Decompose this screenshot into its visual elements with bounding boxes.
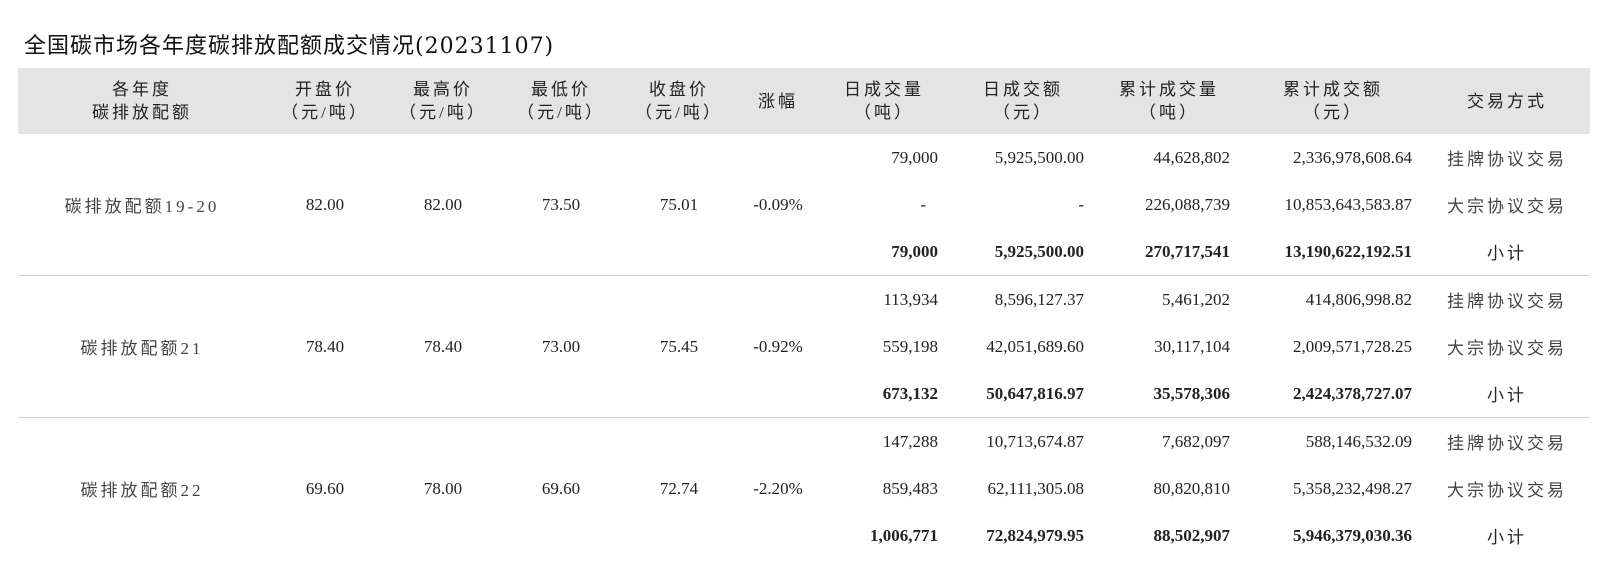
cum-volume: 44,628,802 xyxy=(1153,147,1231,167)
cum-volume: 88,502,907 xyxy=(1153,525,1231,545)
daily-volume: 559,198 xyxy=(882,336,938,356)
trade-type: 大宗协议交易 xyxy=(1447,197,1567,216)
daily-amount: 50,647,816.97 xyxy=(986,383,1084,403)
high-price: 82.00 xyxy=(423,194,463,214)
daily-volume: 79,000 xyxy=(891,147,938,167)
trade-type: 小计 xyxy=(1487,528,1527,547)
header-daily-volume: 日成交量 （吨） xyxy=(818,68,950,134)
table-group: 碳排放配额19-20 82.00 82.00 73.50 75.01 -0.09… xyxy=(18,134,1590,276)
cum-amount: 2,424,378,727.07 xyxy=(1293,383,1412,403)
low-price: 73.00 xyxy=(502,275,620,418)
header-cum-volume: 累计成交量 （吨） xyxy=(1096,68,1242,134)
cum-amount: 2,336,978,608.64 xyxy=(1293,147,1412,167)
cum-amount: 588,146,532.09 xyxy=(1242,417,1424,465)
open-price: 82.00 xyxy=(305,194,345,214)
quota-name: 碳排放配额19-20 xyxy=(64,197,220,216)
quota-name: 碳排放配额21 xyxy=(18,275,266,418)
daily-amount: 72,824,979.95 xyxy=(986,525,1084,545)
daily-amount: - xyxy=(1078,194,1084,214)
change-pct: -0.92% xyxy=(738,275,818,418)
daily-volume: 859,483 xyxy=(882,478,938,498)
daily-volume: 1,006,771 xyxy=(870,525,938,545)
daily-amount: 62,111,305.08 xyxy=(987,478,1085,498)
cum-volume: 7,682,097 xyxy=(1096,417,1242,465)
trade-type: 小计 xyxy=(1487,244,1527,263)
table-row: 碳排放配额22 69.60 78.00 69.60 72.74 -2.20% 1… xyxy=(18,417,1590,559)
trade-type: 小计 xyxy=(1487,386,1527,405)
open-price: 69.60 xyxy=(266,417,384,559)
cum-amount: 2,009,571,728.25 xyxy=(1293,336,1412,356)
page-title: 全国碳市场各年度碳排放配额成交情况(20231107) xyxy=(24,34,555,59)
quota-name: 碳排放配额22 xyxy=(18,417,266,559)
daily-volume: 673,132 xyxy=(882,383,938,403)
close-price: 72.74 xyxy=(620,417,738,559)
daily-volume: 147,288 xyxy=(818,417,950,465)
cum-amount: 5,946,379,030.36 xyxy=(1293,525,1412,545)
cum-amount: 414,806,998.82 xyxy=(1242,275,1424,323)
daily-volume: - xyxy=(920,194,926,214)
trade-type: 挂牌协议交易 xyxy=(1424,275,1590,323)
trade-type: 大宗协议交易 xyxy=(1447,481,1567,500)
cum-amount: 10,853,643,583.87 xyxy=(1284,194,1413,214)
daily-amount: 8,596,127.37 xyxy=(950,275,1096,323)
daily-amount: 10,713,674.87 xyxy=(950,417,1096,465)
cum-volume: 30,117,104 xyxy=(1154,336,1230,356)
trade-type: 挂牌协议交易 xyxy=(1424,417,1590,465)
table-group: 碳排放配额22 69.60 78.00 69.60 72.74 -2.20% 1… xyxy=(18,417,1590,559)
daily-volume: 113,934 xyxy=(818,275,950,323)
header-trade-type: 交易方式 xyxy=(1424,68,1590,134)
header-daily-amount: 日成交额 （元） xyxy=(950,68,1096,134)
cum-volume: 35,578,306 xyxy=(1153,383,1231,403)
header-low: 最低价 （元/吨） xyxy=(502,68,620,134)
close-price: 75.45 xyxy=(620,275,738,418)
table-row: 碳排放配额19-20 82.00 82.00 73.50 75.01 -0.09… xyxy=(18,134,1590,217)
trade-type: 大宗协议交易 xyxy=(1447,339,1567,358)
header-close: 收盘价 （元/吨） xyxy=(620,68,738,134)
low-price: 69.60 xyxy=(502,417,620,559)
table-row: 碳排放配额21 78.40 78.40 73.00 75.45 -0.92% 1… xyxy=(18,275,1590,418)
change-pct: -2.20% xyxy=(738,417,818,559)
header-cum-amount: 累计成交额 （元） xyxy=(1242,68,1424,134)
table-group: 碳排放配额21 78.40 78.40 73.00 75.45 -0.92% 1… xyxy=(18,275,1590,418)
header-open: 开盘价 （元/吨） xyxy=(266,68,384,134)
header-high: 最高价 （元/吨） xyxy=(384,68,502,134)
close-price: 75.01 xyxy=(659,194,699,214)
carbon-quota-table: 各年度 碳排放配额 开盘价 （元/吨） 最高价 （元/吨） 最低价 （元/吨） 收盘价（… xyxy=(18,68,1590,559)
cum-volume: 5,461,202 xyxy=(1096,275,1242,323)
trade-type: 挂牌协议交易 xyxy=(1447,150,1567,169)
change-pct: -0.09% xyxy=(753,194,803,214)
header-quota: 各年度 碳排放配额 xyxy=(18,68,266,134)
header-change: 涨幅 xyxy=(738,68,818,134)
cum-amount: 13,190,622,192.51 xyxy=(1284,241,1413,261)
cum-volume: 270,717,541 xyxy=(1145,241,1230,261)
daily-amount: 42,051,689.60 xyxy=(986,336,1084,356)
cum-volume: 80,820,810 xyxy=(1153,478,1231,498)
high-price: 78.40 xyxy=(384,275,502,418)
low-price: 73.50 xyxy=(541,194,581,214)
cum-amount: 5,358,232,498.27 xyxy=(1293,478,1412,498)
daily-amount: 5,925,500.00 xyxy=(994,241,1084,261)
cum-volume: 226,088,739 xyxy=(1145,194,1230,214)
daily-amount: 5,925,500.00 xyxy=(994,147,1084,167)
high-price: 78.00 xyxy=(384,417,502,559)
table-header: 各年度 碳排放配额 开盘价 （元/吨） 最高价 （元/吨） 最低价 （元/吨） 收盘价（… xyxy=(18,68,1590,134)
open-price: 78.40 xyxy=(266,275,384,418)
daily-volume: 79,000 xyxy=(891,241,938,261)
